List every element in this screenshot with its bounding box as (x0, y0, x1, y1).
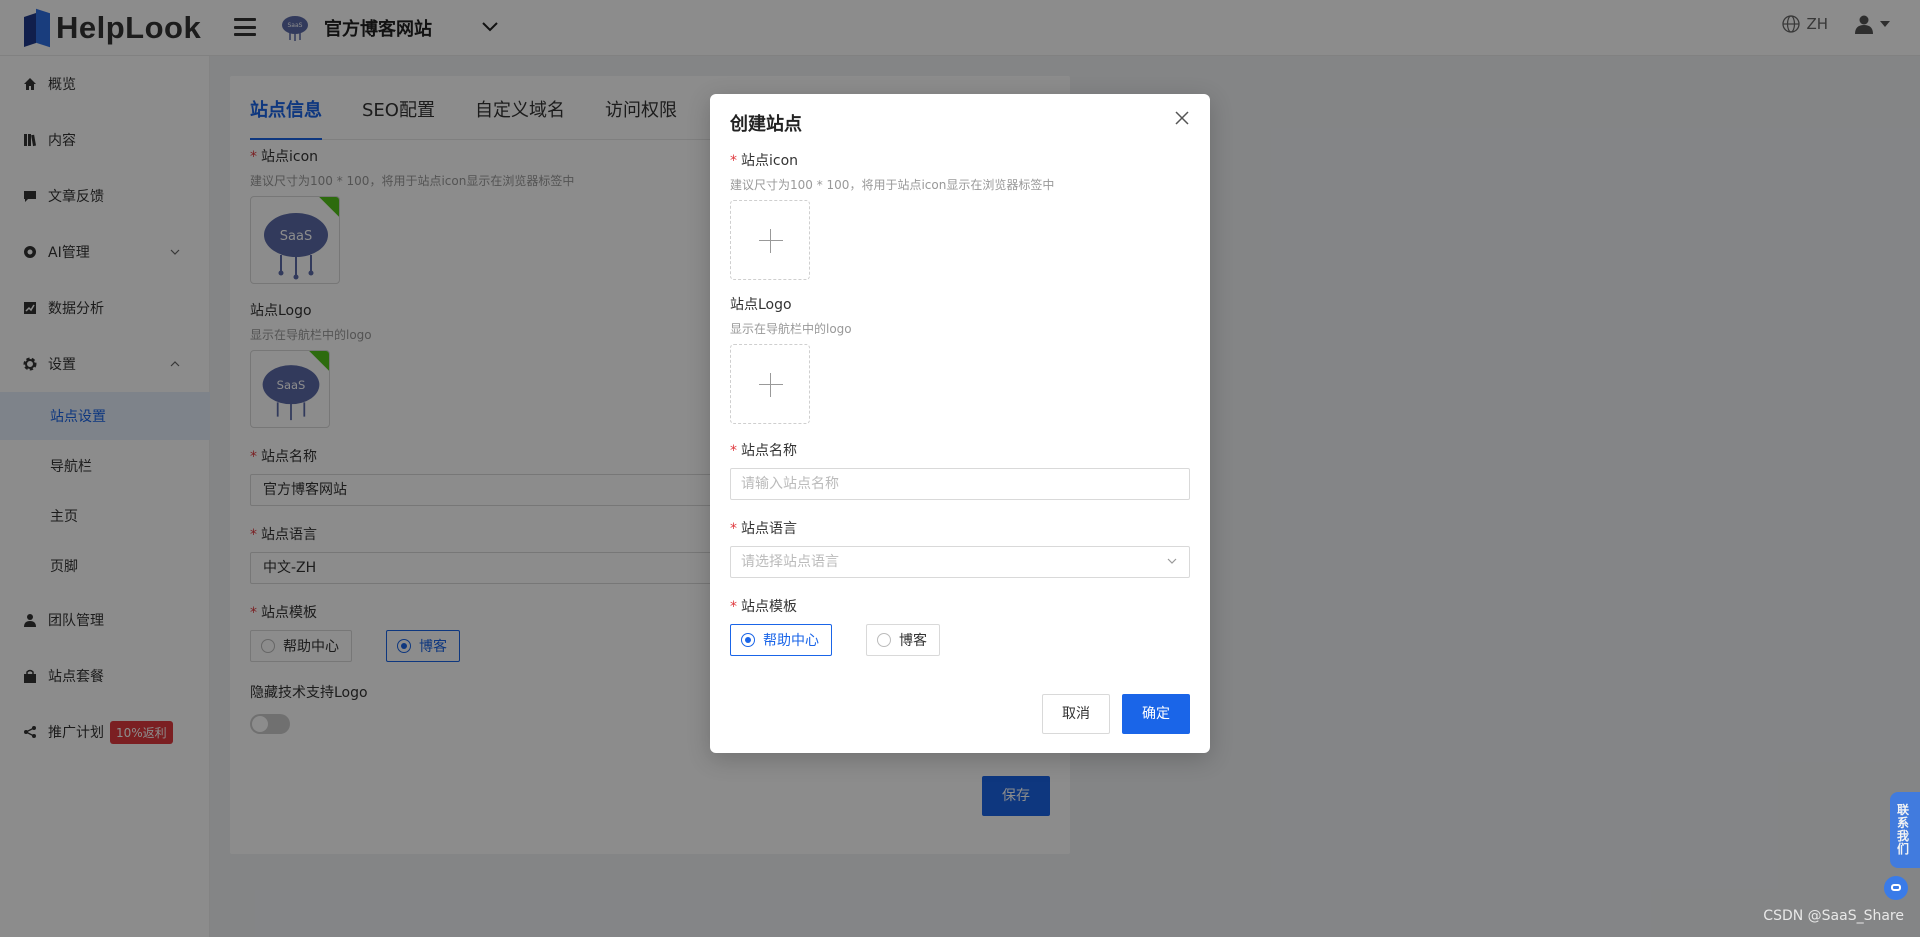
dialog-template-radio-blog[interactable]: 博客 (866, 624, 940, 656)
close-icon[interactable] (1172, 108, 1192, 128)
logo-upload-button[interactable] (730, 344, 810, 424)
cancel-button[interactable]: 取消 (1042, 694, 1110, 734)
chat-bubble-icon[interactable] (1884, 876, 1908, 900)
dialog-name-label: * 站点名称 (730, 443, 797, 459)
dialog-language-label: * 站点语言 (730, 521, 797, 537)
dialog-template-radio-helpcenter[interactable]: 帮助中心 (730, 624, 832, 656)
dialog-title: 创建站点 (730, 114, 802, 135)
site-name-field[interactable]: 请输入站点名称 (730, 468, 1190, 500)
watermark-text: CSDN @SaaS_Share (1763, 908, 1904, 924)
create-site-dialog: 创建站点 * 站点icon 建议尺寸为100 * 100，将用于站点icon显示在… (710, 94, 1210, 753)
icon-upload-button[interactable] (730, 200, 810, 280)
dialog-icon-label: * 站点icon (730, 153, 799, 169)
radio-dot (741, 633, 755, 647)
contact-widget[interactable]: 联系我们 (1890, 792, 1920, 868)
dialog-template-label: * 站点模板 (730, 599, 797, 615)
dialog-icon-hint: 建议尺寸为100 * 100，将用于站点icon显示在浏览器标签中 (730, 178, 1055, 192)
dialog-logo-hint: 显示在导航栏中的logo (730, 322, 852, 336)
radio-dot (877, 633, 891, 647)
chevron-down-icon (1167, 547, 1177, 577)
dialog-logo-label: 站点Logo (730, 297, 792, 313)
site-language-dropdown[interactable]: 请选择站点语言 (730, 546, 1190, 578)
confirm-button[interactable]: 确定 (1122, 694, 1190, 734)
language-placeholder: 请选择站点语言 (741, 554, 839, 570)
